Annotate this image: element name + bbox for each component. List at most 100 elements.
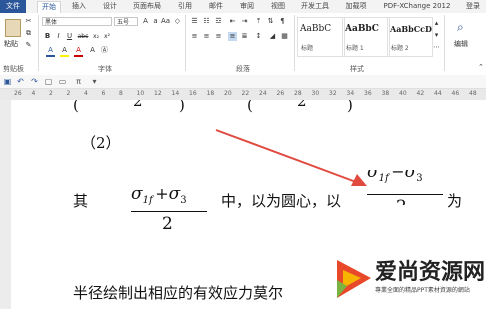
collapse-ribbon-icon[interactable]: ⌃	[478, 63, 484, 71]
style-heading-1[interactable]: AaBbC 标题 1	[342, 17, 390, 57]
numbering-icon[interactable]: ☷	[202, 17, 211, 26]
chevron-down-icon[interactable]: ▾	[432, 31, 441, 40]
customize-icon[interactable]: ▾	[90, 77, 99, 86]
pi-equation-icon[interactable]: π	[74, 77, 83, 86]
chevron-up-icon[interactable]: ▴	[432, 19, 441, 28]
open-icon[interactable]: ▭	[58, 77, 67, 86]
tab-file[interactable]: 文件	[0, 0, 26, 13]
paste-button[interactable]: 粘贴	[4, 39, 18, 49]
save-icon[interactable]: ▣	[3, 77, 12, 86]
align-left-icon[interactable]: ≡	[190, 32, 199, 41]
ruler-mark: 22	[241, 90, 250, 97]
ruler-mark: 20	[224, 90, 232, 97]
font-group-label: 字体	[98, 65, 112, 73]
show-marks-icon[interactable]: ¶	[278, 17, 287, 26]
align-right-icon[interactable]: ≡	[214, 32, 223, 41]
borders-icon[interactable]: ▦	[280, 32, 289, 41]
tab-login[interactable]: 登录	[462, 1, 484, 12]
style-title[interactable]: AaBbC 标题	[297, 17, 345, 57]
ruler-mark: 4	[84, 90, 88, 97]
watermark-title: 爱尚资源网	[375, 260, 486, 285]
ruler-mark: 36	[364, 90, 372, 97]
ruler-mark: 26	[276, 90, 285, 97]
distribute-icon[interactable]: ≣	[240, 32, 249, 41]
paste-icon[interactable]	[5, 19, 21, 37]
search-icon[interactable]: ⌕	[457, 20, 464, 35]
ruler-mark: 10	[136, 90, 145, 97]
tab-design[interactable]: 设计	[99, 1, 121, 12]
font-size-select[interactable]: 五号	[114, 17, 138, 26]
decrease-indent-icon[interactable]: ⇤	[228, 17, 237, 26]
ruler-mark: 6	[101, 90, 106, 97]
enclose-char-icon[interactable]: Ⓐ	[100, 46, 109, 55]
redo-icon[interactable]: ↷	[30, 77, 39, 86]
bullets-icon[interactable]: ☰	[190, 17, 199, 26]
subscript-button[interactable]: x₂	[91, 32, 101, 41]
undo-icon[interactable]: ↶	[16, 77, 25, 86]
multilevel-list-icon[interactable]: ☲	[214, 17, 223, 26]
style-sample: AaBbCcD	[390, 24, 432, 34]
asian-layout-icon[interactable]: ⤒	[254, 17, 263, 26]
edit-button[interactable]: 编辑	[454, 39, 468, 49]
style-name: 标题 1	[346, 45, 364, 52]
cut-icon[interactable]: ✂	[24, 17, 33, 26]
tab-layout[interactable]: 页面布局	[130, 1, 164, 12]
format-painter-icon[interactable]: ✎	[24, 41, 33, 50]
new-document-icon[interactable]: ▢	[44, 77, 53, 86]
tab-insert[interactable]: 插入	[68, 1, 90, 12]
divider	[185, 15, 186, 71]
ruler-mark: 32	[329, 90, 337, 97]
change-case-icon[interactable]: Aa	[161, 17, 170, 26]
char-shading-icon[interactable]: A	[88, 46, 97, 55]
tab-addins[interactable]: 加载项	[342, 1, 370, 12]
ruler-mark: 40	[399, 90, 407, 97]
tab-view[interactable]: 视图	[267, 1, 289, 12]
copy-icon[interactable]: ⧉	[24, 29, 33, 38]
style-name: 标题	[301, 45, 314, 52]
divider	[444, 15, 445, 71]
tab-review[interactable]: 审阅	[236, 1, 258, 12]
shading-icon[interactable]: ◢	[268, 32, 277, 41]
tab-developer[interactable]: 开发工具	[298, 1, 332, 12]
ruler-mark: 18	[206, 90, 215, 97]
ruler-mark: 4	[31, 90, 36, 97]
font-name-select[interactable]: 黑体	[42, 17, 112, 26]
superscript-button[interactable]: x²	[102, 32, 112, 41]
more-styles-icon[interactable]: ⋯	[432, 43, 441, 52]
menu-bar: 文件 开始 插入 设计 页面布局 引用 邮件 审阅 视图 开发工具 加载项 PD…	[0, 0, 486, 14]
grow-font-icon[interactable]: A	[141, 17, 150, 26]
style-heading-2[interactable]: AaBbCcD 标题 2	[387, 17, 433, 57]
sort-icon[interactable]: ⇅	[266, 17, 275, 26]
increase-indent-icon[interactable]: ⇥	[240, 17, 249, 26]
ruler-mark: 48	[469, 90, 477, 97]
tab-pdf-xchange[interactable]: PDF-XChange 2012	[380, 1, 454, 12]
clear-format-icon[interactable]: ◇	[173, 17, 182, 26]
watermark-logo-icon	[337, 260, 371, 298]
text-effects-button[interactable]: A	[46, 46, 55, 57]
ruler-mark: 42	[416, 90, 425, 97]
ruler-mark: 28	[294, 90, 302, 97]
underline-button[interactable]: U	[65, 32, 74, 41]
ruler-mark: 2	[49, 90, 53, 97]
justify-icon[interactable]: ≡	[228, 32, 237, 41]
ruler-mark: 16	[189, 90, 197, 97]
shrink-font-icon[interactable]: a	[151, 17, 160, 26]
font-color-button[interactable]: A	[74, 46, 83, 57]
ruler-mark: 46	[451, 90, 460, 97]
document-page[interactable]: ( 2 ) ( 2 ) （2） 其 σ1f +σ3 2 中，以为圆心，以 σ1f…	[11, 100, 486, 309]
tab-references[interactable]: 引用	[174, 1, 196, 12]
italic-button[interactable]: I	[54, 32, 63, 41]
style-sample: AaBbC	[300, 24, 332, 34]
align-center-icon[interactable]: ≡	[202, 32, 211, 41]
ribbon: 粘贴 ✂ ⧉ ✎ 剪贴板 黑体 五号 A a Aa ◇ B I U abc x₂…	[0, 13, 486, 76]
ruler-mark: 44	[434, 90, 442, 97]
strikethrough-button[interactable]: abc	[77, 32, 89, 41]
bold-button[interactable]: B	[43, 32, 52, 41]
tab-mailings[interactable]: 邮件	[205, 1, 227, 12]
ruler-mark: 2	[66, 90, 71, 97]
quick-access-toolbar: ▣ ↶ ↷ ▢ ▭ π ▾	[0, 75, 486, 89]
style-name: 标题 2	[391, 45, 409, 52]
highlight-button[interactable]: A	[60, 46, 69, 57]
line-spacing-icon[interactable]: ↕	[254, 32, 263, 41]
styles-group-label: 样式	[350, 65, 364, 73]
